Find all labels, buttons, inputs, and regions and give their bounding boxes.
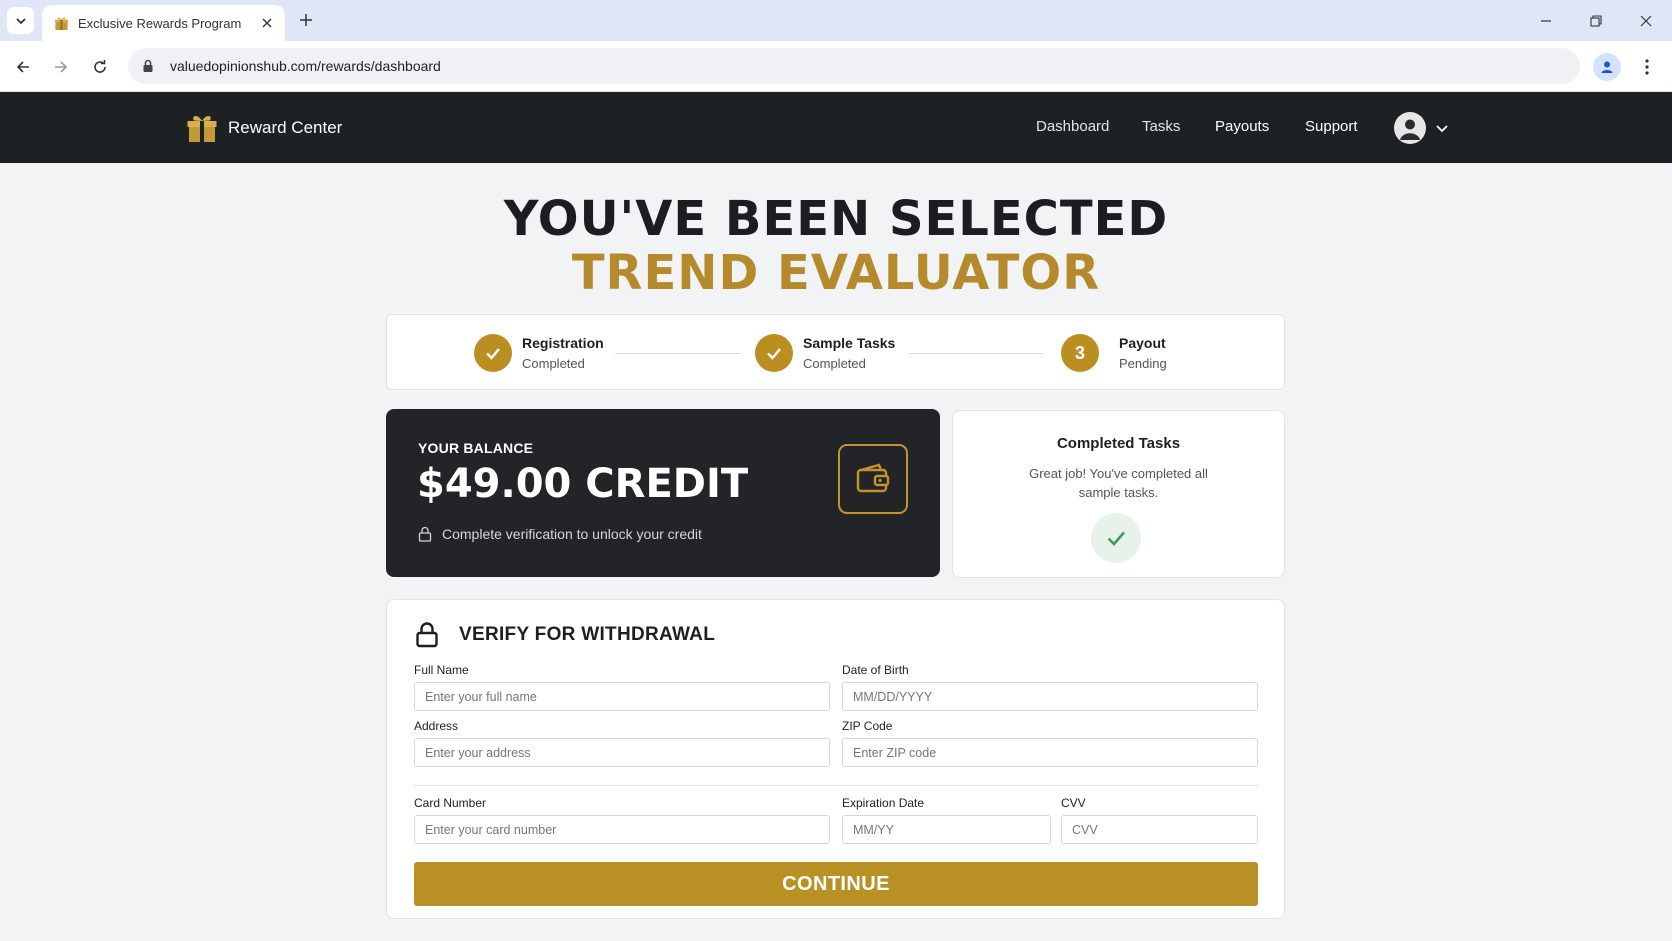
minimize-button[interactable]: [1533, 8, 1559, 34]
cvv-input[interactable]: [1061, 815, 1258, 844]
step-connector: [615, 353, 741, 354]
check-icon: [474, 334, 512, 372]
nav-tasks[interactable]: Tasks: [1142, 118, 1180, 135]
expiration-label: Expiration Date: [842, 796, 925, 810]
tab-close-icon[interactable]: [257, 13, 277, 33]
back-button[interactable]: [10, 54, 36, 80]
brand-logo[interactable]: Reward Center: [186, 112, 342, 144]
browser-tab-bar: Exclusive Rewards Program: [0, 0, 1672, 41]
full-name-input[interactable]: [414, 682, 830, 711]
browser-tab[interactable]: Exclusive Rewards Program: [42, 5, 285, 41]
card-number-input[interactable]: [414, 815, 830, 844]
minimize-icon: [1541, 20, 1551, 22]
forward-button[interactable]: [48, 54, 74, 80]
arrow-left-icon: [16, 61, 29, 73]
arrow-right-icon: [55, 61, 68, 73]
browser-toolbar: valuedopinionshub.com/rewards/dashboard: [0, 41, 1672, 92]
user-avatar[interactable]: [1394, 112, 1426, 144]
tab-search-button[interactable]: [7, 7, 34, 34]
check-icon: [755, 334, 793, 372]
reload-button[interactable]: [87, 54, 113, 80]
step-sample-tasks: Sample Tasks Completed: [755, 334, 895, 372]
gift-icon: [53, 15, 69, 31]
zip-input[interactable]: [842, 738, 1258, 767]
reload-icon: [94, 60, 106, 73]
nav-payouts[interactable]: Payouts: [1215, 118, 1269, 135]
wallet-icon: [838, 444, 908, 514]
chevron-down-icon[interactable]: [1434, 120, 1450, 136]
plus-icon: [300, 14, 312, 26]
progress-steps: Registration Completed Sample Tasks Comp…: [386, 314, 1285, 390]
gift-icon: [187, 116, 217, 142]
dob-label: Date of Birth: [842, 663, 909, 677]
completed-tasks-message: Great job! You've completed all sample t…: [1029, 466, 1208, 500]
headline-selected: YOU'VE BEEN SELECTED: [503, 191, 1169, 247]
step-status: Pending: [1119, 356, 1167, 371]
completed-tasks-title: Completed Tasks: [1056, 435, 1181, 452]
new-tab-button[interactable]: [295, 9, 317, 31]
close-window-button[interactable]: [1633, 8, 1659, 34]
step-status: Completed: [522, 356, 585, 371]
step-registration: Registration Completed: [474, 334, 604, 372]
address-label: Address: [414, 719, 459, 733]
step-connector: [909, 353, 1043, 354]
cvv-label: CVV: [1061, 796, 1086, 810]
continue-button[interactable]: CONTINUE: [414, 862, 1258, 906]
nav-support[interactable]: Support: [1305, 118, 1358, 135]
lock-icon: [418, 526, 432, 542]
browser-profile-button[interactable]: [1593, 53, 1621, 81]
user-icon: [1400, 119, 1420, 140]
step-number: 3: [1061, 334, 1099, 372]
dob-input[interactable]: [842, 682, 1258, 711]
full-name-label: Full Name: [414, 663, 469, 677]
address-bar[interactable]: valuedopinionshub.com/rewards/dashboard: [128, 48, 1580, 84]
balance-label: YOUR BALANCE: [418, 440, 534, 456]
balance-note-text: Complete verification to unlock your cre…: [442, 526, 702, 542]
verify-header: VERIFY FOR WITHDRAWAL: [415, 622, 715, 648]
url-text[interactable]: valuedopinionshub.com/rewards/dashboard: [170, 58, 441, 74]
balance-card: YOUR BALANCE $49.00 CREDIT Complete veri…: [386, 409, 940, 577]
chevron-down-icon: [15, 17, 26, 24]
completed-tasks-card: Completed Tasks Great job! You've comple…: [952, 410, 1285, 578]
restore-button[interactable]: [1583, 8, 1609, 34]
brand-name: Reward Center: [228, 118, 343, 137]
card-number-label: Card Number: [414, 796, 487, 810]
browser-menu-button[interactable]: [1634, 53, 1660, 81]
lock-icon[interactable]: [140, 58, 156, 74]
lock-icon: [416, 622, 438, 648]
expiration-input[interactable]: [842, 815, 1051, 844]
verify-title: VERIFY FOR WITHDRAWAL: [459, 624, 716, 645]
step-title: Registration: [522, 335, 604, 351]
address-input[interactable]: [414, 738, 830, 767]
headline-role: TREND EVALUATOR: [571, 245, 1101, 301]
verify-form: VERIFY FOR WITHDRAWAL Full Name Date of …: [386, 599, 1285, 919]
tab-title: Exclusive Rewards Program: [78, 15, 242, 31]
step-title: Payout: [1119, 335, 1166, 351]
nav-dashboard[interactable]: Dashboard: [1036, 118, 1109, 135]
balance-amount: $49.00 CREDIT: [417, 461, 749, 507]
more-vertical-icon: [1645, 59, 1649, 75]
step-status: Completed: [803, 356, 866, 371]
form-divider: [414, 785, 1258, 786]
step-payout: 3 Payout Pending: [1061, 334, 1167, 372]
close-icon: [1640, 15, 1652, 27]
check-icon: [1091, 513, 1141, 563]
restore-icon: [1590, 15, 1602, 27]
person-icon: [1601, 61, 1613, 73]
balance-note: Complete verification to unlock your cre…: [418, 526, 702, 542]
step-title: Sample Tasks: [803, 335, 896, 351]
zip-label: ZIP Code: [842, 719, 893, 733]
site-header: Reward Center Dashboard Tasks Payouts Su…: [0, 92, 1672, 163]
